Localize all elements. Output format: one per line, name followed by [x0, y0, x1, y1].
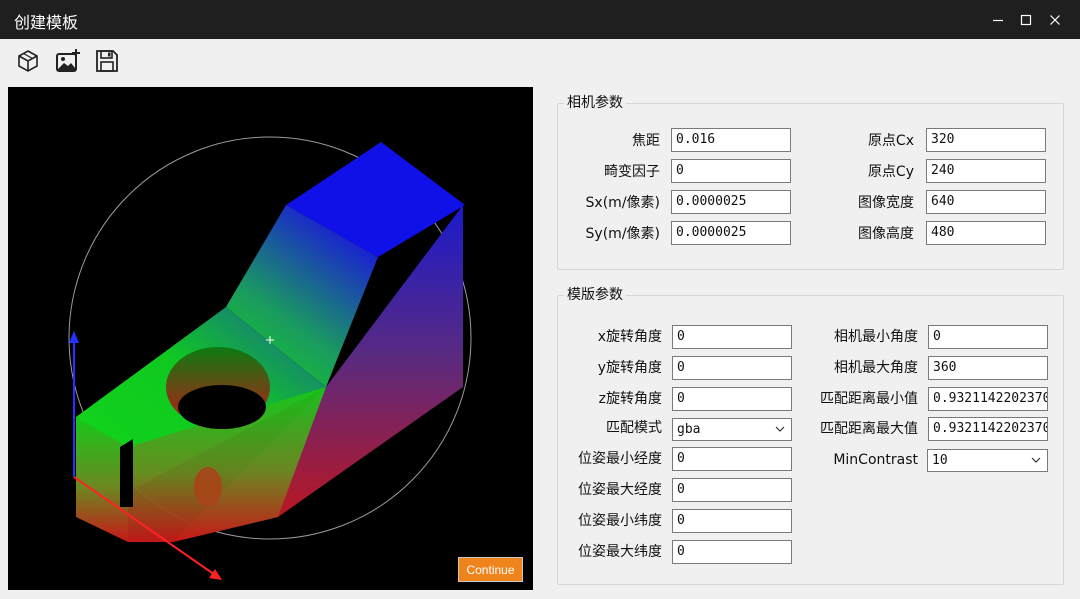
template-params-title: 模版参数 — [564, 286, 626, 304]
cx-input[interactable]: 320 — [926, 128, 1046, 152]
cube-3d-icon — [18, 50, 38, 72]
window-title: 创建模板 — [14, 13, 79, 32]
sx-label: Sx(m/像素) — [585, 195, 660, 211]
pose-max-longitude-label: 位姿最大经度 — [578, 482, 662, 498]
pose-min-longitude-label: 位姿最小经度 — [578, 451, 662, 467]
sx-input[interactable]: 0.0000025 — [671, 190, 791, 214]
add-image-icon — [56, 49, 80, 72]
match-max-distance-input[interactable]: 0.9321142202370 — [928, 417, 1048, 441]
image-height-label: 图像高度 — [858, 226, 914, 242]
match-mode-value: gba — [677, 422, 701, 437]
sy-input[interactable]: 0.0000025 — [671, 221, 791, 245]
pose-max-latitude-input[interactable]: 0 — [672, 540, 792, 564]
add-image-button[interactable] — [51, 44, 85, 78]
focal-input[interactable]: 0.016 — [671, 128, 791, 152]
match-mode-select[interactable]: gba — [672, 418, 792, 441]
min-contrast-select[interactable]: 10 — [927, 449, 1048, 472]
camera-max-angle-input[interactable]: 360 — [928, 356, 1048, 380]
match-max-distance-label: 匹配距离最大值 — [820, 421, 918, 437]
match-min-distance-input[interactable]: 0.9321142202370 — [928, 387, 1048, 411]
camera-min-angle-label: 相机最小角度 — [834, 329, 918, 345]
image-width-label: 图像宽度 — [858, 195, 914, 211]
save-button[interactable] — [90, 44, 124, 78]
pose-min-longitude-input[interactable]: 0 — [672, 447, 792, 471]
pose-max-latitude-label: 位姿最大纬度 — [578, 544, 662, 560]
minimize-button[interactable] — [983, 0, 1013, 39]
maximize-icon — [1020, 14, 1032, 25]
pose-min-latitude-input[interactable]: 0 — [672, 509, 792, 533]
z-rotation-input[interactable]: 0 — [672, 387, 792, 411]
x-rotation-input[interactable]: 0 — [672, 325, 792, 349]
image-height-input[interactable]: 480 — [926, 221, 1046, 245]
match-min-distance-label: 匹配距离最小值 — [820, 391, 918, 407]
pose-min-latitude-label: 位姿最小纬度 — [578, 513, 662, 529]
camera-max-angle-label: 相机最大角度 — [834, 360, 918, 376]
cx-label: 原点Cx — [867, 133, 914, 149]
distortion-label: 畸变因子 — [604, 164, 660, 180]
close-icon — [1050, 14, 1060, 25]
y-rotation-input[interactable]: 0 — [672, 356, 792, 380]
close-button[interactable] — [1040, 0, 1070, 39]
camera-params-title: 相机参数 — [564, 94, 626, 112]
minimize-icon — [993, 19, 1003, 21]
title-bar: 创建模板 — [0, 0, 1080, 39]
cy-input[interactable]: 240 — [926, 159, 1046, 183]
sy-label: Sy(m/像素) — [585, 226, 660, 242]
min-contrast-value: 10 — [932, 453, 948, 468]
pose-max-longitude-input[interactable]: 0 — [672, 478, 792, 502]
y-rotation-label: y旋转角度 — [597, 360, 662, 376]
image-width-input[interactable]: 640 — [926, 190, 1046, 214]
chevron-down-icon — [1031, 457, 1041, 463]
toolbar — [0, 39, 1080, 83]
save-icon — [96, 50, 118, 72]
focal-label: 焦距 — [632, 133, 660, 149]
cy-label: 原点Cy — [867, 164, 914, 180]
camera-min-angle-input[interactable]: 0 — [928, 325, 1048, 349]
min-contrast-label: MinContrast — [833, 452, 918, 468]
chevron-down-icon — [775, 426, 785, 432]
x-rotation-label: x旋转角度 — [597, 329, 662, 345]
match-mode-label: 匹配模式 — [606, 420, 662, 436]
z-rotation-label: z旋转角度 — [598, 391, 662, 407]
maximize-button[interactable] — [1011, 0, 1041, 39]
continue-button[interactable]: Continue — [458, 557, 523, 582]
3d-viewport[interactable]: Continue — [8, 87, 533, 590]
3d-model-render — [68, 136, 472, 580]
view-3d-button[interactable] — [11, 44, 45, 78]
distortion-input[interactable]: 0 — [671, 159, 791, 183]
